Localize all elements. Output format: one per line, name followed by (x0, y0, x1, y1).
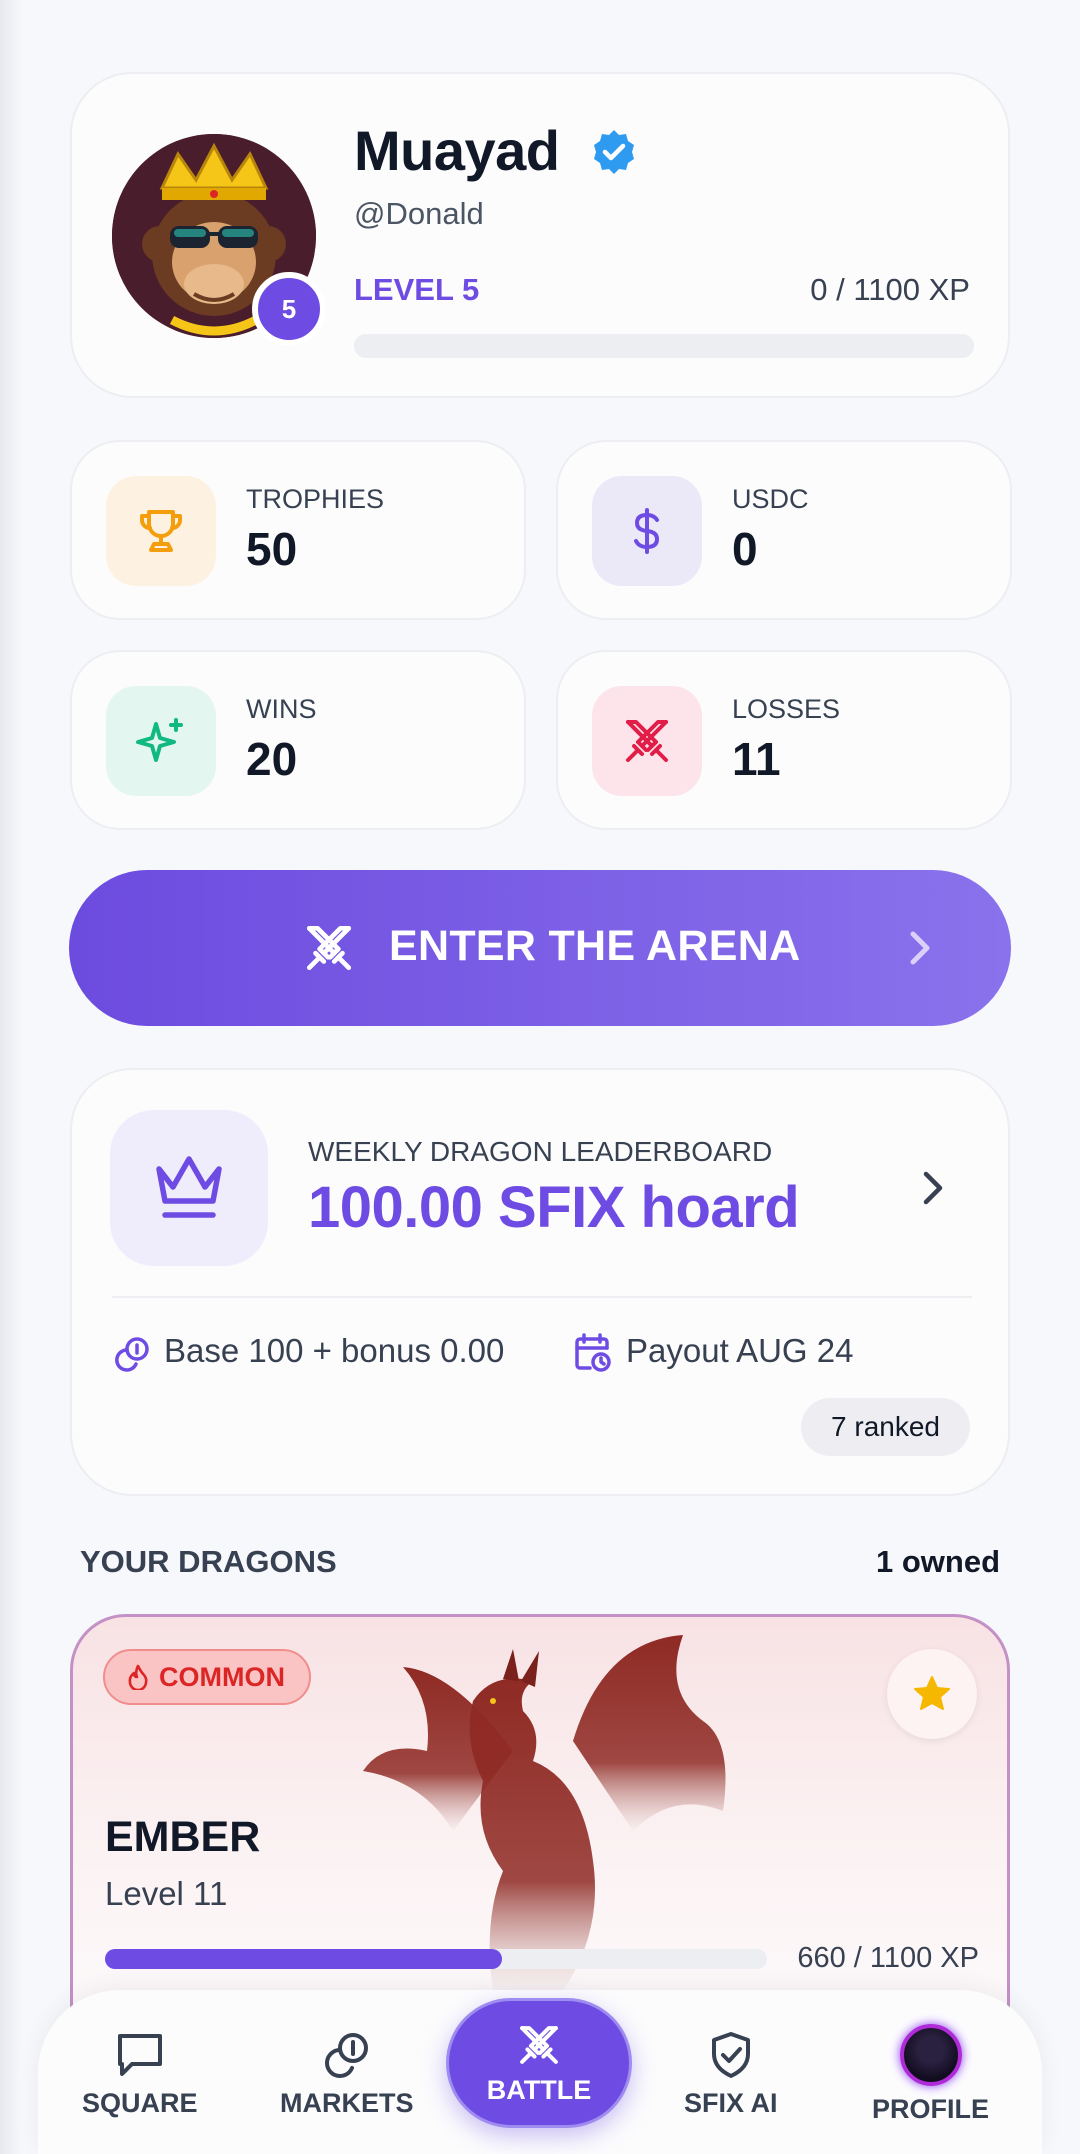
coins-icon (324, 2033, 368, 2078)
nav-sfix-ai[interactable]: SFIX AI (684, 2030, 778, 2119)
chat-bubble-icon (117, 2034, 162, 2076)
swords-icon (592, 686, 702, 796)
coins-icon (115, 1337, 149, 1372)
leaderboard-card[interactable]: WEEKLY DRAGON LEADERBOARD 100.00 SFIX ho… (70, 1068, 1010, 1496)
stat-card-usdc: USDC 0 (556, 440, 1012, 620)
xp-label: 0 / 1100 XP (810, 272, 970, 307)
nav-label: PROFILE (872, 2094, 990, 2124)
star-icon (914, 1676, 950, 1710)
profile-card: 5 Muayad @Donald LEVEL 5 0 / 1100 XP (70, 72, 1010, 398)
stat-card-trophies: TROPHIES 50 (70, 440, 526, 620)
leaderboard-title: WEEKLY DRAGON LEADERBOARD (308, 1136, 773, 1167)
bottom-nav: SQUARE MARKETS BATTLE SFIX AI PROFILE (38, 1990, 1042, 2154)
avatar-wrap: 5 (112, 134, 326, 346)
enter-arena-label: ENTER THE ARENA (389, 922, 801, 970)
dragon-xp-fill (105, 1949, 503, 1969)
leaderboard-payout: Payout AUG 24 (626, 1332, 854, 1369)
swords-icon (520, 2025, 558, 2064)
stat-label: USDC (732, 484, 809, 514)
rarity-badge: COMMON (103, 1649, 311, 1705)
chevron-right-icon (923, 1171, 943, 1205)
nav-label: BATTLE (486, 2074, 592, 2105)
stat-card-losses: LOSSES 11 (556, 650, 1012, 830)
xp-progress-bar (354, 334, 974, 358)
chevron-right-icon (910, 931, 930, 965)
rarity-label: COMMON (159, 1661, 285, 1692)
sparkle-icon (106, 686, 216, 796)
stat-value: 0 (732, 523, 758, 575)
stat-value: 50 (246, 523, 298, 575)
crown-icon (110, 1110, 268, 1266)
dragon-xp-bar (105, 1949, 767, 1969)
user-handle: @Donald (354, 196, 484, 231)
stat-value: 11 (732, 733, 781, 785)
nav-label: SFIX AI (684, 2088, 778, 2118)
level-label: LEVEL 5 (354, 272, 480, 307)
verified-badge-icon (594, 130, 634, 174)
calendar-clock-icon (575, 1333, 611, 1372)
ranked-count-badge: 7 ranked (801, 1398, 970, 1456)
nav-profile[interactable]: PROFILE (872, 2024, 989, 2125)
profile-avatar (899, 2024, 962, 2086)
stat-label: WINS (246, 694, 317, 724)
dragons-owned-count: 1 owned (875, 1544, 1000, 1579)
dragon-level: Level 11 (105, 1875, 228, 1912)
nav-square[interactable]: SQUARE (82, 2030, 198, 2119)
trophy-icon (106, 476, 216, 586)
nav-markets[interactable]: MARKETS (280, 2030, 414, 2119)
favorite-button[interactable] (887, 1649, 977, 1739)
divider (112, 1296, 972, 1298)
swords-icon (306, 925, 352, 971)
username: Muayad (354, 119, 560, 182)
enter-arena-button[interactable]: ENTER THE ARENA (69, 870, 1011, 1026)
dollar-icon (592, 476, 702, 586)
nav-battle[interactable]: BATTLE (446, 1998, 632, 2128)
dragon-image (363, 1635, 726, 1991)
stat-label: TROPHIES (246, 484, 385, 514)
shield-check-icon (711, 2032, 750, 2078)
nav-label: SQUARE (82, 2088, 198, 2118)
stat-card-wins: WINS 20 (70, 650, 526, 830)
dragons-section-title: YOUR DRAGONS (80, 1544, 337, 1579)
nav-label: MARKETS (280, 2088, 414, 2118)
stat-label: LOSSES (732, 694, 841, 724)
page-edge-shadow (0, 0, 22, 2154)
leaderboard-base: Base 100 + bonus 0.00 (164, 1332, 505, 1369)
level-badge: 5 (252, 272, 326, 346)
dragon-name: EMBER (105, 1813, 261, 1861)
stat-value: 20 (246, 733, 298, 785)
dragon-xp-label: 660 / 1100 XP (797, 1942, 979, 1974)
leaderboard-amount: 100.00 SFIX hoard (308, 1175, 800, 1240)
flame-icon (128, 1664, 148, 1690)
